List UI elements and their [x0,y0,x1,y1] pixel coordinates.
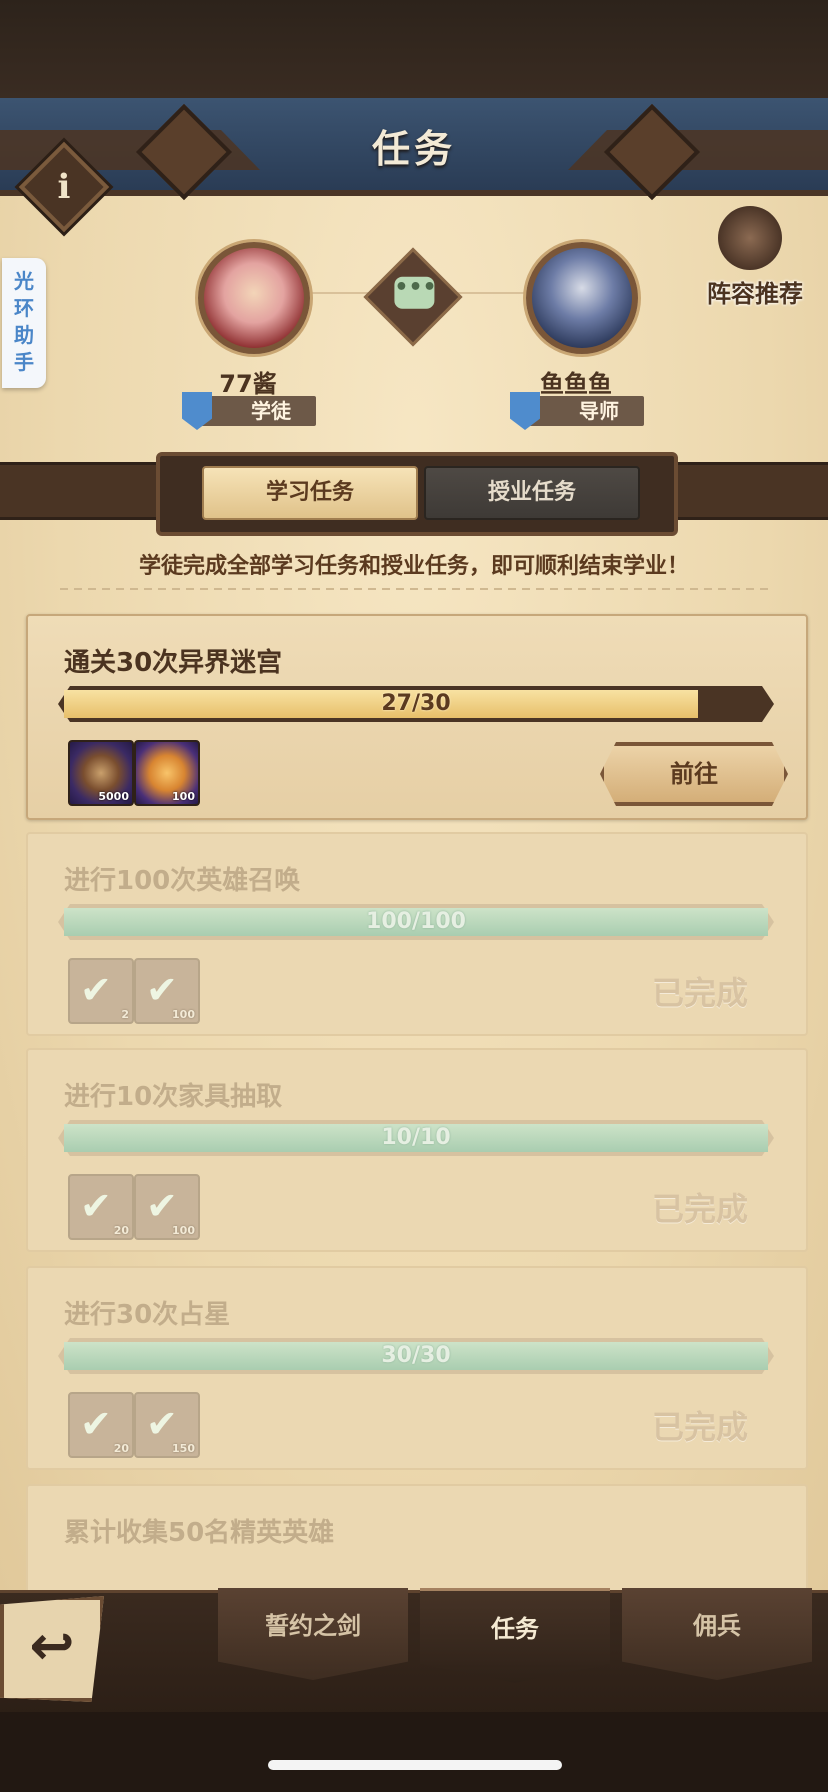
mentor-role-label: 导师 [579,399,619,423]
reward-claimed: ✔ 20 [68,1392,134,1458]
token-icon[interactable]: 5000 [68,740,134,806]
task-title: 累计收集50名精英英雄 [64,1518,335,1548]
tab-learning-tasks[interactable]: 学习任务 [202,466,418,520]
bottom-safe-area [0,1712,828,1792]
page-title: 任务 [371,127,456,171]
back-button[interactable]: ↩ [0,1596,104,1702]
task-title: 进行100次英雄召唤 [64,866,301,896]
completed-label: 已完成 [652,1408,749,1446]
check-icon: ✔ [146,1402,178,1446]
check-icon: ✔ [80,968,112,1012]
check-icon: ✔ [146,1184,178,1228]
assistant-tab[interactable]: 光环助手 [2,258,46,388]
check-icon: ✔ [80,1402,112,1446]
task-progress-bar: 100/100 [58,904,774,940]
task-progress-bar: 27/30 [58,686,774,722]
reward-count: 100 [172,1224,195,1237]
reward-count: 100 [172,1008,195,1021]
reward-count: 5000 [98,790,129,803]
back-arrow-icon: ↩ [29,1614,75,1677]
check-icon: ✔ [80,1184,112,1228]
student-role-label: 学徒 [251,399,291,423]
task-card: 进行10次家具抽取 10/10 ✔ 20 ✔ 100 已完成 [26,1048,808,1252]
reward-count: 150 [172,1442,195,1455]
nav-tab-oath-sword[interactable]: 誓约之剑 [218,1588,408,1680]
reward-claimed: ✔ 2 [68,958,134,1024]
task-tab-bar: 学习任务 授业任务 [156,452,678,536]
crystal-icon[interactable]: 100 [134,740,200,806]
completed-label: 已完成 [652,974,749,1012]
nav-tab-mercenary[interactable]: 佣兵 [622,1588,812,1680]
task-card: 进行100次英雄召唤 100/100 ✔ 2 ✔ 100 已完成 [26,832,808,1036]
mentor-avatar[interactable] [526,242,638,354]
reward-count: 2 [121,1008,129,1021]
lineup-recommend-icon[interactable] [718,206,782,270]
info-icon: i [57,167,71,207]
reward-claimed: ✔ 150 [134,1392,200,1458]
task-progress-bar: 10/10 [58,1120,774,1156]
reward-count: 20 [113,1442,129,1455]
task-title: 进行30次占星 [64,1300,231,1330]
progress-text: 10/10 [381,1125,451,1150]
home-indicator[interactable] [268,1760,562,1770]
assistant-tab-label: 光环助手 [14,269,34,374]
student-avatar[interactable] [198,242,310,354]
lineup-recommend-label[interactable]: 阵容推荐 [690,274,820,309]
nav-tab-tasks[interactable]: 任务 [420,1588,610,1683]
task-title: 通关30次异界迷宫 [64,648,283,678]
reward-count: 20 [113,1224,129,1237]
progress-text: 30/30 [381,1343,451,1368]
task-card: 累计收集50名精英英雄 [26,1484,808,1594]
task-progress-bar: 30/30 [58,1338,774,1374]
task-card: 通关30次异界迷宫 27/30 5000 100 前往 [26,614,808,820]
reward-count: 100 [172,790,195,803]
chat-bubble-icon: ••• [394,275,437,309]
task-title: 进行10次家具抽取 [64,1082,283,1112]
progress-text: 100/100 [366,909,466,934]
reward-claimed: ✔ 100 [134,1174,200,1240]
divider [60,588,768,590]
task-card: 进行30次占星 30/30 ✔ 20 ✔ 150 已完成 [26,1266,808,1470]
notice-text: 学徒完成全部学习任务和授业任务，即可顺利结束学业！ [138,554,689,579]
check-icon: ✔ [146,968,178,1012]
tab-teaching-tasks[interactable]: 授业任务 [424,466,640,520]
student-role-badge: 学徒 [196,396,316,426]
status-bar-area [0,0,828,100]
progress-text: 27/30 [381,691,451,716]
completed-label: 已完成 [652,1190,749,1228]
mentor-role-badge: 导师 [524,396,644,426]
go-button[interactable]: 前往 [600,742,788,806]
reward-claimed: ✔ 20 [68,1174,134,1240]
reward-claimed: ✔ 100 [134,958,200,1024]
